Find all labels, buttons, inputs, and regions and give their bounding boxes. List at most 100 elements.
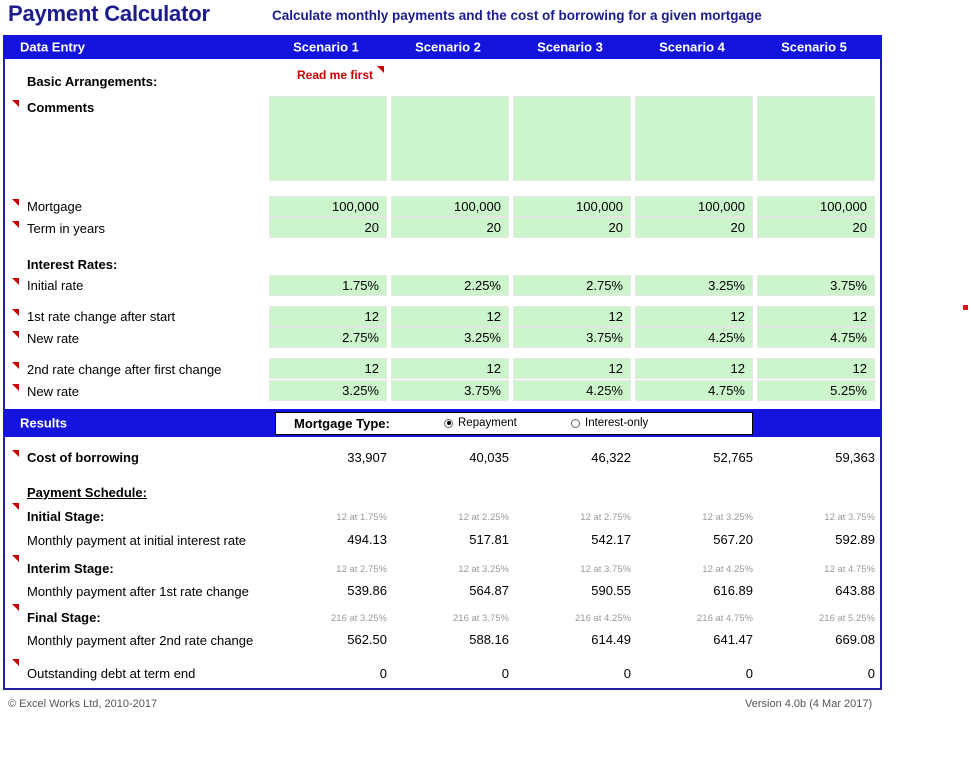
- label-interim-stage: Interim Stage:: [27, 561, 114, 576]
- input-initial-rate-scenario-3[interactable]: 2.75%: [513, 275, 631, 296]
- note-interim-scenario-2: 12 at 3.25%: [458, 564, 509, 575]
- page-title: Payment Calculator: [8, 1, 210, 26]
- comment-marker-mortgage[interactable]: [12, 199, 19, 206]
- input-new-rate-2-scenario-4[interactable]: 4.75%: [635, 380, 753, 401]
- input-new-rate-1-scenario-2[interactable]: 3.25%: [391, 327, 509, 348]
- input-second-change-scenario-5[interactable]: 12: [757, 358, 875, 379]
- value-monthly-initial-scenario-5: 592.89: [835, 532, 875, 547]
- section-interest-rates: Interest Rates:: [27, 257, 118, 272]
- input-comments-scenario-5[interactable]: [757, 96, 875, 181]
- comment-marker-comments[interactable]: [12, 100, 19, 107]
- comment-marker-read-me-first[interactable]: [377, 66, 384, 73]
- data-entry-label: Data Entry: [20, 39, 86, 55]
- input-initial-rate-scenario-4[interactable]: 3.25%: [635, 275, 753, 296]
- comment-marker-second-rate-change[interactable]: [12, 362, 19, 369]
- comment-marker-term-in-years[interactable]: [12, 221, 19, 228]
- label-initial-rate: Initial rate: [27, 278, 84, 293]
- input-term-scenario-3[interactable]: 20: [513, 217, 631, 238]
- note-initial-scenario-5: 12 at 3.75%: [824, 512, 875, 523]
- input-initial-rate-scenario-1[interactable]: 1.75%: [269, 275, 387, 296]
- input-mortgage-scenario-2[interactable]: 100,000: [391, 196, 509, 217]
- column-header-scenario-2: Scenario 2: [415, 39, 481, 55]
- input-new-rate-1-scenario-1[interactable]: 2.75%: [269, 327, 387, 348]
- comment-marker-initial-stage[interactable]: [12, 503, 19, 510]
- input-new-rate-1-scenario-4[interactable]: 4.25%: [635, 327, 753, 348]
- note-final-scenario-1: 216 at 3.25%: [331, 613, 387, 624]
- input-new-rate-1-scenario-3[interactable]: 3.75%: [513, 327, 631, 348]
- input-term-scenario-2[interactable]: 20: [391, 217, 509, 238]
- value-monthly-interim-scenario-2: 564.87: [469, 583, 509, 598]
- input-new-rate-2-scenario-2[interactable]: 3.75%: [391, 380, 509, 401]
- input-term-scenario-5[interactable]: 20: [757, 217, 875, 238]
- comment-marker-cost-of-borrowing[interactable]: [12, 450, 19, 457]
- value-monthly-initial-scenario-2: 517.81: [469, 532, 509, 547]
- input-new-rate-1-scenario-5[interactable]: 4.75%: [757, 327, 875, 348]
- value-monthly-interim-scenario-5: 643.88: [835, 583, 875, 598]
- input-mortgage-scenario-3[interactable]: 100,000: [513, 196, 631, 217]
- input-new-rate-2-scenario-1[interactable]: 3.25%: [269, 380, 387, 401]
- radio-option-repayment[interactable]: Repayment: [444, 417, 517, 429]
- comment-marker-initial-rate[interactable]: [12, 278, 19, 285]
- value-cost-scenario-2: 40,035: [469, 450, 509, 465]
- input-first-change-scenario-3[interactable]: 12: [513, 306, 631, 327]
- comment-marker-outstanding-debt[interactable]: [12, 659, 19, 666]
- value-monthly-final-scenario-3: 614.49: [591, 632, 631, 647]
- data-entry-header-band: Data Entry Scenario 1 Scenario 2 Scenari…: [3, 35, 882, 59]
- input-second-change-scenario-4[interactable]: 12: [635, 358, 753, 379]
- input-new-rate-2-scenario-3[interactable]: 4.25%: [513, 380, 631, 401]
- input-first-change-scenario-5[interactable]: 12: [757, 306, 875, 327]
- input-mortgage-scenario-5[interactable]: 100,000: [757, 196, 875, 217]
- value-monthly-interim-scenario-1: 539.86: [347, 583, 387, 598]
- input-comments-scenario-2[interactable]: [391, 96, 509, 181]
- value-monthly-final-scenario-2: 588.16: [469, 632, 509, 647]
- input-second-change-scenario-3[interactable]: 12: [513, 358, 631, 379]
- value-outstanding-scenario-4: 0: [745, 666, 753, 681]
- input-comments-scenario-4[interactable]: [635, 96, 753, 181]
- input-initial-rate-scenario-5[interactable]: 3.75%: [757, 275, 875, 296]
- input-mortgage-scenario-1[interactable]: 100,000: [269, 196, 387, 217]
- label-term-in-years: Term in years: [27, 221, 106, 236]
- label-second-rate-change: 2nd rate change after first change: [27, 362, 222, 377]
- input-second-change-scenario-1[interactable]: 12: [269, 358, 387, 379]
- note-interim-scenario-1: 12 at 2.75%: [336, 564, 387, 575]
- label-comments: Comments: [27, 100, 95, 115]
- column-header-scenario-3: Scenario 3: [537, 39, 603, 55]
- comment-marker-new-rate-1[interactable]: [12, 331, 19, 338]
- input-mortgage-scenario-4[interactable]: 100,000: [635, 196, 753, 217]
- input-second-change-scenario-2[interactable]: 12: [391, 358, 509, 379]
- comment-marker-interim-stage[interactable]: [12, 555, 19, 562]
- input-initial-rate-scenario-2[interactable]: 2.25%: [391, 275, 509, 296]
- results-label: Results: [20, 415, 67, 431]
- input-term-scenario-4[interactable]: 20: [635, 217, 753, 238]
- comment-marker-stray[interactable]: [963, 305, 968, 310]
- note-final-scenario-2: 216 at 3.75%: [453, 613, 509, 624]
- radio-option-interest-only[interactable]: Interest-only: [571, 417, 648, 429]
- value-monthly-initial-scenario-1: 494.13: [347, 532, 387, 547]
- value-monthly-initial-scenario-3: 542.17: [591, 532, 631, 547]
- mortgage-type-panel: Mortgage Type: Repayment Interest-only: [275, 412, 753, 435]
- radio-interest-only-icon[interactable]: [571, 418, 580, 428]
- input-new-rate-2-scenario-5[interactable]: 5.25%: [757, 380, 875, 401]
- comment-marker-final-stage[interactable]: [12, 604, 19, 611]
- input-first-change-scenario-4[interactable]: 12: [635, 306, 753, 327]
- input-first-change-scenario-1[interactable]: 12: [269, 306, 387, 327]
- title-block: Payment Calculator Calculate monthly pay…: [0, 0, 971, 36]
- value-monthly-interim-scenario-4: 616.89: [713, 583, 753, 598]
- input-comments-scenario-3[interactable]: [513, 96, 631, 181]
- comment-marker-first-rate-change[interactable]: [12, 309, 19, 316]
- label-first-rate-change: 1st rate change after start: [27, 309, 176, 324]
- input-term-scenario-1[interactable]: 20: [269, 217, 387, 238]
- input-comments-scenario-1[interactable]: [269, 96, 387, 181]
- comment-marker-new-rate-2[interactable]: [12, 384, 19, 391]
- page-subtitle: Calculate monthly payments and the cost …: [272, 8, 762, 23]
- read-me-first-link[interactable]: Read me first: [297, 68, 373, 82]
- column-header-scenario-5: Scenario 5: [781, 39, 847, 55]
- note-final-scenario-4: 216 at 4.75%: [697, 613, 753, 624]
- label-new-rate-1: New rate: [27, 331, 80, 346]
- label-cost-of-borrowing: Cost of borrowing: [27, 450, 139, 465]
- input-first-change-scenario-2[interactable]: 12: [391, 306, 509, 327]
- note-interim-scenario-4: 12 at 4.25%: [702, 564, 753, 575]
- section-basic-arrangements: Basic Arrangements:: [27, 74, 158, 89]
- value-cost-scenario-4: 52,765: [713, 450, 753, 465]
- radio-repayment-icon[interactable]: [444, 418, 453, 428]
